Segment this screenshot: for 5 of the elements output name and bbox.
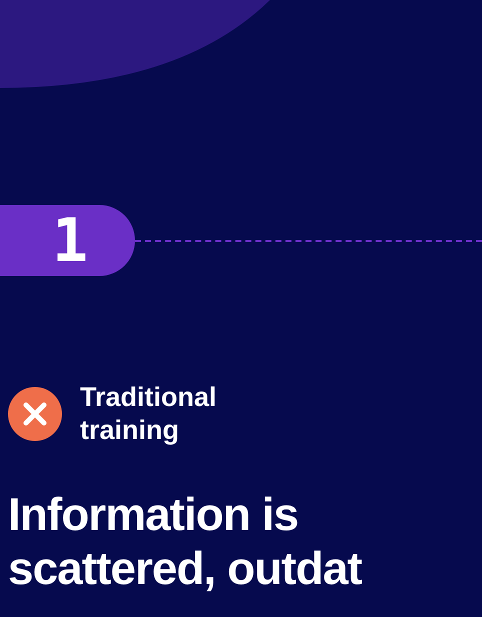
close-icon (8, 387, 62, 441)
heading-line: scattered, outdat (8, 541, 362, 595)
heading-line: Information is (8, 487, 298, 541)
label-text: Traditional training (80, 381, 218, 447)
step-number: 1 (0, 205, 135, 276)
